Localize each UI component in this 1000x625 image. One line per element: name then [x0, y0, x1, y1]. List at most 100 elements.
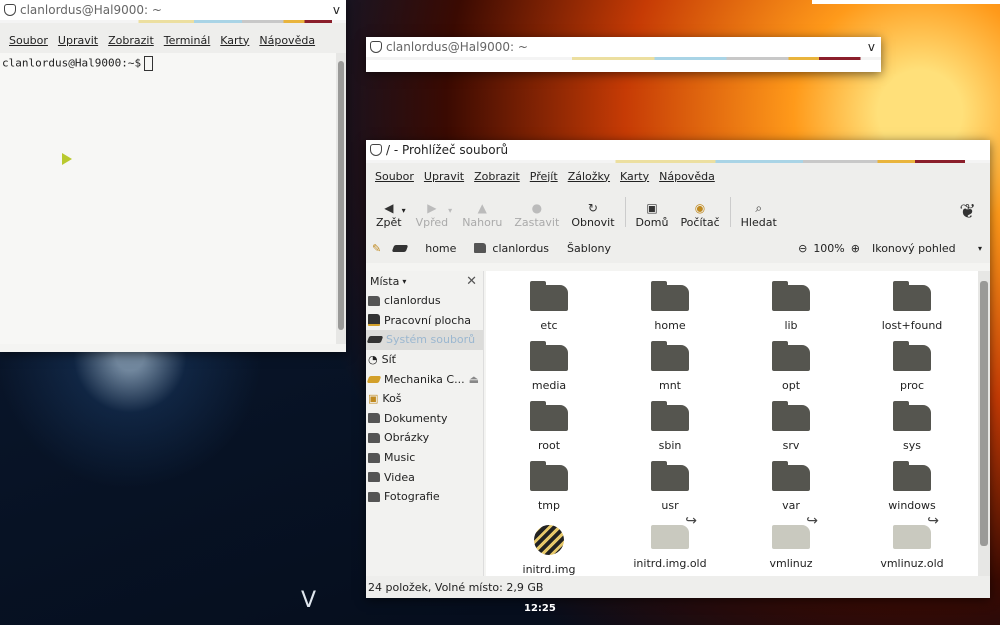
file-label: usr [661, 499, 679, 512]
terminal-titlebar[interactable]: clanlordus@Hal9000: ~ v [0, 0, 346, 20]
zoom-in-icon[interactable]: ⊕ [851, 242, 860, 255]
arrow-left-icon: ◀ [384, 201, 394, 215]
menu-prejit[interactable]: Přejít [525, 170, 563, 183]
menu-karty[interactable]: Karty [215, 34, 254, 47]
back-dropdown-icon[interactable]: ▾ [402, 206, 406, 215]
file-item[interactable]: etc [494, 281, 604, 332]
fm-titlebar[interactable]: / - Prohlížeč souborů [366, 140, 990, 160]
minimize-button[interactable]: – [938, 143, 944, 157]
eject-icon[interactable]: ⏏ [469, 373, 479, 386]
stop-button[interactable]: ● Zastavit [508, 200, 565, 233]
terminal-output[interactable]: clanlordus@Hal9000:~$ [0, 53, 346, 344]
menu-napoveda[interactable]: Nápověda [254, 34, 320, 47]
menu-upravit[interactable]: Upravit [419, 170, 469, 183]
file-item[interactable]: tmp [494, 461, 604, 512]
file-item[interactable]: root [494, 401, 604, 452]
scrollbar-thumb[interactable] [980, 281, 988, 546]
file-item[interactable]: sbin [615, 401, 725, 452]
place-documents[interactable]: Dokumenty [366, 409, 483, 429]
terminal2-titlebar[interactable]: clanlordus@Hal9000: ~ v [366, 37, 881, 57]
terminal-title: clanlordus@Hal9000: ~ [20, 3, 162, 17]
place-desktop[interactable]: Pracovní plocha [366, 311, 483, 331]
chevron-down-icon[interactable]: ▾ [402, 277, 406, 286]
file-item[interactable]: ↪ initrd.img.old [615, 513, 725, 570]
file-label: var [782, 499, 800, 512]
close-button[interactable]: v [970, 143, 977, 157]
menu-soubor[interactable]: Soubor [4, 34, 53, 47]
file-item[interactable]: windows [857, 461, 967, 512]
edit-location-icon[interactable]: ✎ [372, 242, 381, 255]
menu-zobrazit[interactable]: Zobrazit [103, 34, 159, 47]
file-item[interactable]: lib [736, 281, 846, 332]
maximize-button[interactable]: ^ [952, 143, 962, 157]
path-sablony[interactable]: Šablony [561, 242, 617, 255]
computer-button[interactable]: ◉ Počítač [674, 200, 725, 233]
file-item[interactable]: var [736, 461, 846, 512]
view-selector[interactable]: Ikonový pohled [872, 242, 972, 255]
file-item[interactable]: ↪ vmlinuz [736, 513, 846, 570]
menu-zalozky[interactable]: Záložky [563, 170, 615, 183]
file-label: opt [781, 379, 801, 392]
forward-button[interactable]: ▶ Vpřed [410, 200, 455, 233]
terminal2-title: clanlordus@Hal9000: ~ [386, 40, 528, 54]
home-button[interactable]: ▣ Domů [630, 200, 675, 233]
place-filesystem[interactable]: Systém souborů [366, 330, 483, 350]
file-item[interactable]: usr [615, 461, 725, 512]
path-home[interactable]: home [419, 242, 462, 255]
menu-zobrazit[interactable]: Zobrazit [469, 170, 525, 183]
arrow-up-icon: ▲ [477, 201, 487, 215]
taskbar-clock[interactable]: 12:25 [524, 603, 556, 614]
close-icon[interactable]: ✕ [466, 274, 477, 289]
file-icon-view[interactable]: etc home lib lost+found media mnt opt proc root s… [486, 271, 978, 576]
search-button[interactable]: ⌕ Hledat [735, 200, 783, 233]
folder-icon [368, 432, 380, 443]
menu-upravit[interactable]: Upravit [53, 34, 103, 47]
file-item[interactable]: srv [736, 401, 846, 452]
scrollbar-thumb[interactable] [338, 61, 344, 330]
file-label: vmlinuz [769, 557, 813, 570]
place-trash[interactable]: ▣ Koš [366, 389, 483, 409]
symlink-file-icon: ↪ [772, 513, 818, 549]
menu-napoveda[interactable]: Nápověda [654, 170, 720, 183]
partial-window-edge [812, 0, 1000, 4]
zoom-out-icon[interactable]: ⊖ [798, 242, 807, 255]
file-item[interactable]: home [615, 281, 725, 332]
file-item[interactable]: initrd.img [494, 525, 604, 576]
place-network[interactable]: ◔ Síť [366, 350, 483, 370]
menu-soubor[interactable]: Soubor [370, 170, 419, 183]
back-button[interactable]: ◀ Zpět [370, 200, 408, 233]
filesystem-root-button[interactable] [387, 244, 413, 252]
file-item[interactable]: lost+found [857, 281, 967, 332]
place-cdrom[interactable]: Mechanika C... ⏏ [366, 369, 483, 389]
launcher-logo-icon[interactable]: V [301, 588, 316, 613]
place-home[interactable]: clanlordus [366, 291, 483, 311]
file-item[interactable]: sys [857, 401, 967, 452]
home-folder-icon: ▣ [646, 201, 658, 215]
place-photos[interactable]: Fotografie [366, 487, 483, 507]
stop-icon: ● [531, 201, 543, 215]
toolbar-separator [729, 197, 731, 227]
place-music[interactable]: Music [366, 448, 483, 468]
chevron-down-icon[interactable]: v [333, 3, 340, 17]
place-videos[interactable]: Videa [366, 467, 483, 487]
file-item[interactable]: ↪ vmlinuz.old [857, 513, 967, 570]
file-view-scrollbar[interactable] [978, 271, 990, 576]
file-item[interactable]: mnt [615, 341, 725, 392]
file-item[interactable]: media [494, 341, 604, 392]
forward-dropdown-icon[interactable]: ▾ [448, 206, 452, 215]
chevron-down-icon[interactable]: v [868, 40, 875, 54]
status-bar: 24 položek, Volné místo: 2,9 GB [366, 576, 990, 598]
places-selector[interactable]: Místa [370, 275, 399, 288]
up-button[interactable]: ▲ Nahoru [456, 200, 508, 233]
file-item[interactable]: opt [736, 341, 846, 392]
menu-karty[interactable]: Karty [615, 170, 654, 183]
menu-terminal[interactable]: Terminál [159, 34, 216, 47]
chevron-down-icon[interactable]: ▾ [978, 244, 982, 253]
terminal-scrollbar[interactable] [336, 53, 346, 344]
path-clanlordus[interactable]: clanlordus [468, 242, 555, 255]
file-item[interactable]: proc [857, 341, 967, 392]
place-pictures[interactable]: Obrázky [366, 428, 483, 448]
reload-button[interactable]: ↻ Obnovit [565, 200, 620, 233]
terminal-prompt: clanlordus@Hal9000:~$ [2, 56, 142, 70]
folder-icon [368, 452, 380, 463]
